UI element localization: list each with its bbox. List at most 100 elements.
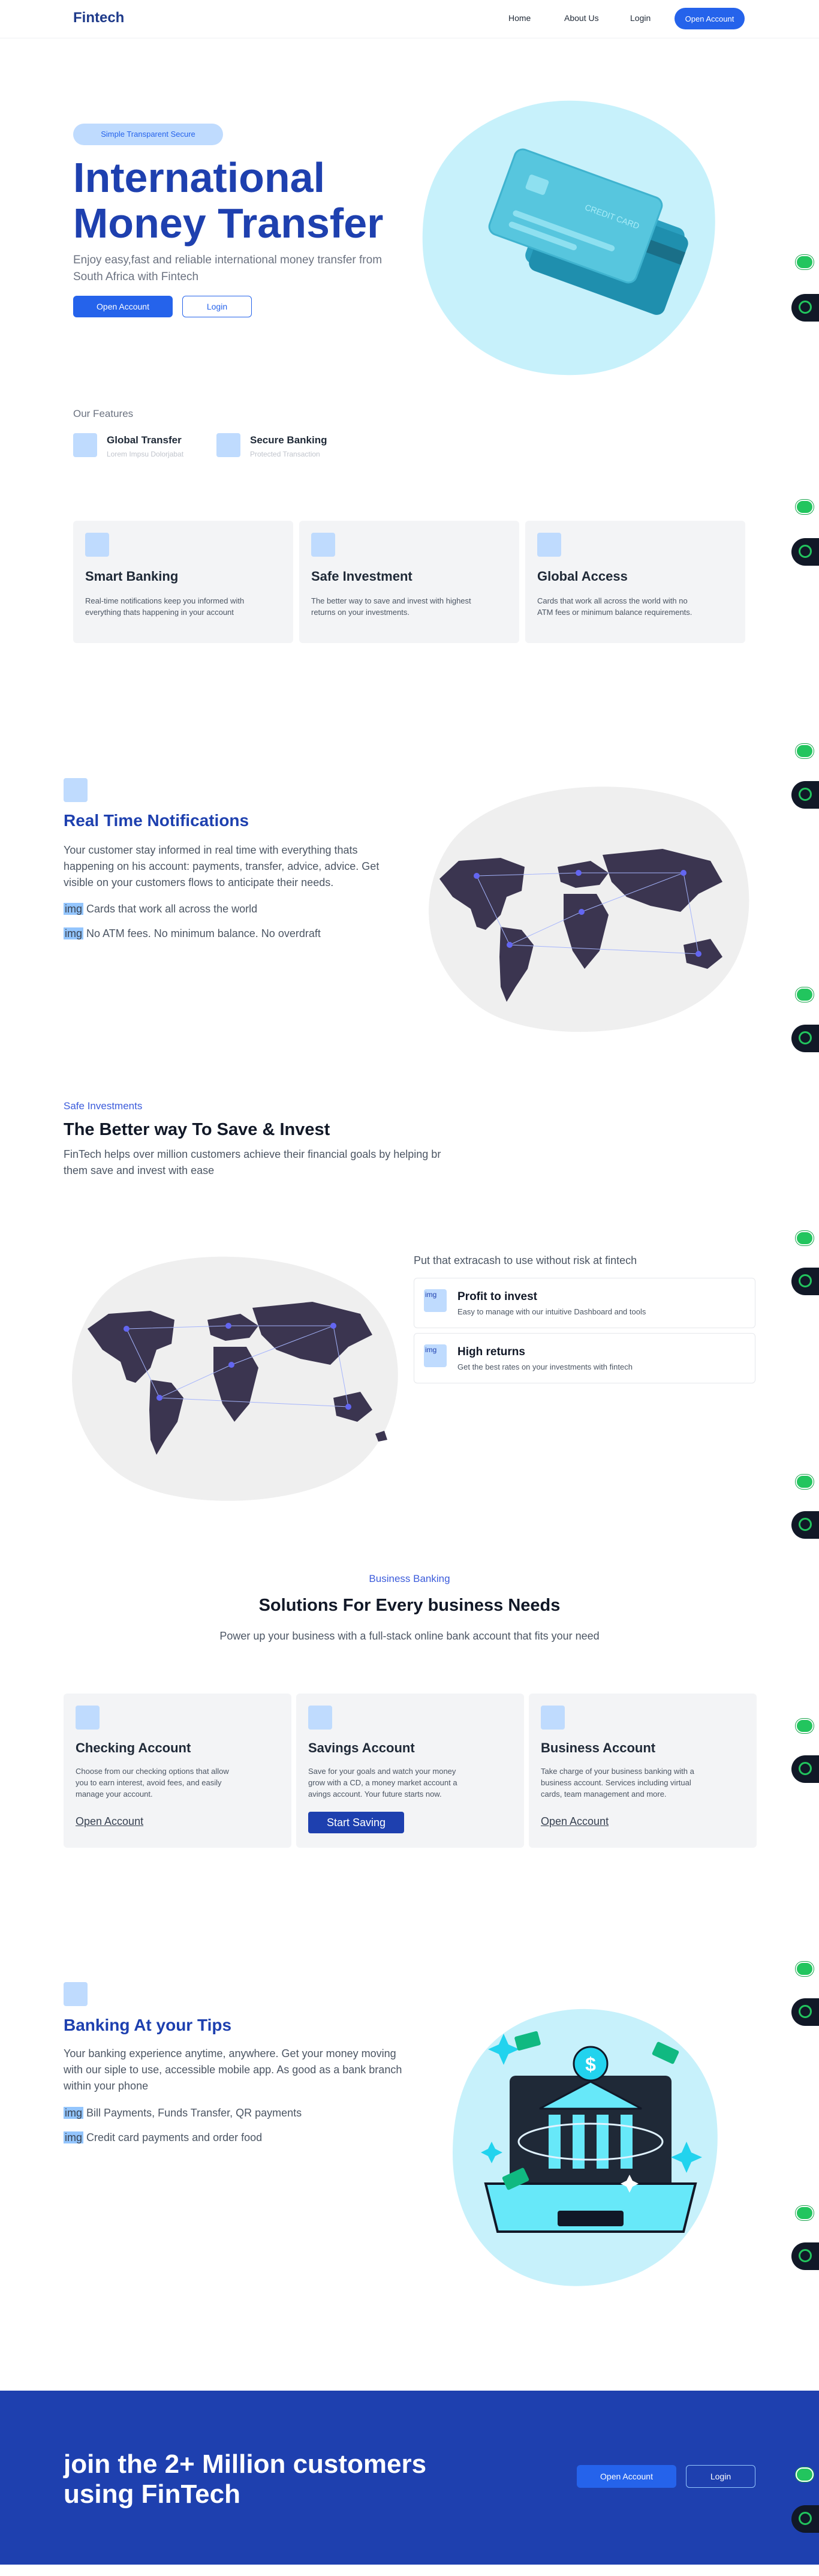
hero-subtitle: Enjoy easy,fast and reliable internation… bbox=[73, 254, 383, 283]
chat-widget-icon[interactable] bbox=[796, 2206, 814, 2220]
chat-widget-icon[interactable] bbox=[796, 744, 814, 758]
nav-link-about[interactable]: About Us bbox=[564, 13, 599, 23]
feature-card-desc: Cards that work all across the world wit… bbox=[537, 596, 692, 617]
feature-card-title: Smart Banking bbox=[85, 569, 179, 584]
nav-link-home[interactable]: Home bbox=[508, 13, 531, 23]
bullet-text: Cards that work all across the world bbox=[86, 903, 258, 915]
feature-title: Secure Banking bbox=[250, 434, 327, 446]
feature-card-desc: The better way to save and invest with h… bbox=[311, 596, 471, 617]
chat-widget-icon[interactable] bbox=[796, 1231, 814, 1245]
bullet-text: No ATM fees. No minimum balance. No over… bbox=[86, 927, 321, 939]
account-card-checking: Checking Account Choose from our checkin… bbox=[64, 1694, 291, 1848]
page: Fintech Home About Us Login Open Account… bbox=[0, 0, 819, 2576]
account-card-icon bbox=[76, 1706, 100, 1730]
hero-pill: Simple Transparent Secure bbox=[73, 124, 223, 145]
assistant-widget-icon[interactable] bbox=[791, 1268, 819, 1295]
assistant-widget-icon[interactable] bbox=[791, 781, 819, 809]
features-label: Our Features bbox=[73, 408, 134, 419]
invest-card-title: High returns bbox=[457, 1346, 525, 1358]
feature-card-icon bbox=[537, 533, 561, 557]
feature-card-global-access: Global Access Cards that work all across… bbox=[525, 521, 745, 643]
open-account-link[interactable]: Open Account bbox=[76, 1815, 143, 1828]
chat-widget-icon[interactable] bbox=[796, 1475, 814, 1489]
invest-card-profit[interactable]: img Profit to invest Easy to manage with… bbox=[414, 1278, 755, 1328]
chat-widget-icon[interactable] bbox=[796, 2467, 814, 2482]
assistant-widget-icon[interactable] bbox=[791, 294, 819, 322]
start-saving-button[interactable]: Start Saving bbox=[308, 1812, 404, 1833]
hero-title: International Money Transfer bbox=[73, 155, 433, 246]
feature-card-icon bbox=[85, 533, 109, 557]
chat-widget-icon[interactable] bbox=[796, 1962, 814, 1976]
invest-card-title: Profit to invest bbox=[457, 1290, 538, 1303]
feature-card-icon bbox=[311, 533, 335, 557]
tips-bullet: img Credit card payments and order food bbox=[64, 2131, 262, 2144]
feature-subtitle: Protected Transaction bbox=[250, 450, 320, 458]
tips-title: Banking At your Tips bbox=[64, 2016, 232, 2034]
assistant-widget-icon[interactable] bbox=[791, 1025, 819, 1052]
bullet-text: Credit card payments and order food bbox=[86, 2131, 263, 2143]
feature-subtitle: Lorem Impsu Dolorjabat bbox=[107, 450, 184, 458]
chat-widget-icon[interactable] bbox=[796, 987, 814, 1002]
business-title: Solutions For Every business Needs bbox=[258, 1596, 561, 1615]
bullet-image-icon: img bbox=[64, 2107, 84, 2119]
feature-icon bbox=[216, 433, 240, 457]
invest-card-image-icon: img bbox=[424, 1289, 447, 1312]
account-card-desc: Take charge of your business banking wit… bbox=[541, 1767, 694, 1799]
invest-card-subtitle: Get the best rates on your investments w… bbox=[457, 1362, 633, 1371]
assistant-widget-icon[interactable] bbox=[791, 1998, 819, 2026]
chat-widget-icon[interactable] bbox=[796, 255, 814, 269]
cta-title-line1: join the 2+ Million customers bbox=[64, 2449, 427, 2479]
save-invest-kicker: Safe Investments bbox=[64, 1100, 143, 1112]
notifications-text: Your customer stay informed in real time… bbox=[64, 844, 380, 888]
nav-link-login[interactable]: Login bbox=[630, 13, 651, 23]
hero-login-button[interactable]: Login bbox=[182, 296, 252, 317]
navbar: Fintech Home About Us Login Open Account bbox=[0, 0, 819, 38]
hero-title-line2: Money Transfer bbox=[73, 200, 384, 247]
mobile-bank-illustration: $ bbox=[453, 2008, 718, 2286]
business-kicker: Business Banking bbox=[369, 1573, 450, 1584]
chat-widget-icon[interactable] bbox=[796, 500, 814, 514]
save-invest-title: The Better way To Save & Invest bbox=[64, 1120, 330, 1139]
bank-dollar-symbol: $ bbox=[585, 2053, 596, 2075]
chat-widget-icon[interactable] bbox=[796, 1719, 814, 1733]
feature-title: Global Transfer bbox=[107, 434, 182, 446]
account-card-desc: Save for your goals and watch your money… bbox=[308, 1767, 457, 1799]
bullet-image-icon: img bbox=[64, 903, 84, 915]
hero-open-account-button[interactable]: Open Account bbox=[73, 296, 173, 317]
nav-open-account-button[interactable]: Open Account bbox=[675, 8, 745, 29]
account-card-title: Checking Account bbox=[76, 1740, 191, 1755]
cta-open-account-button[interactable]: Open Account bbox=[577, 2465, 676, 2488]
business-subtitle: Power up your business with a full-stack… bbox=[219, 1630, 600, 1642]
bullet-image-icon: img bbox=[64, 2131, 84, 2143]
tips-bullet: img Bill Payments, Funds Transfer, QR pa… bbox=[64, 2107, 302, 2119]
credit-card-illustration: CREDIT CARD bbox=[422, 100, 715, 376]
feature-card-desc: Real-time notifications keep you informe… bbox=[85, 596, 245, 617]
world-map-illustration bbox=[429, 786, 749, 1032]
open-account-link[interactable]: Open Account bbox=[541, 1815, 609, 1828]
cta-login-button[interactable]: Login bbox=[686, 2465, 755, 2488]
assistant-widget-icon[interactable] bbox=[791, 2242, 819, 2270]
save-invest-intro: Put that extracash to use without risk a… bbox=[414, 1254, 637, 1266]
cta-banner: join the 2+ Million customers using FinT… bbox=[0, 2391, 819, 2565]
feature-card-title: Global Access bbox=[537, 569, 628, 584]
cta-title-line2: using FinTech bbox=[64, 2479, 240, 2509]
invest-card-returns[interactable]: img High returns Get the best rates on y… bbox=[414, 1333, 755, 1383]
account-card-savings: Savings Account Save for your goals and … bbox=[296, 1694, 524, 1848]
account-card-desc: Choose from our checking options that al… bbox=[76, 1767, 229, 1799]
assistant-widget-icon[interactable] bbox=[791, 1755, 819, 1783]
feature-card-title: Safe Investment bbox=[311, 569, 412, 584]
bullet-image-icon: img bbox=[64, 927, 84, 939]
account-card-icon bbox=[541, 1706, 565, 1730]
assistant-widget-icon[interactable] bbox=[791, 2505, 819, 2533]
save-invest-text: FinTech helps over million customers ach… bbox=[64, 1148, 441, 1176]
assistant-widget-icon[interactable] bbox=[791, 1511, 819, 1539]
feature-card-smart-banking: Smart Banking Real-time notifications ke… bbox=[73, 521, 293, 643]
notifications-bullet: img No ATM fees. No minimum balance. No … bbox=[64, 927, 321, 940]
logo[interactable]: Fintech bbox=[73, 10, 124, 26]
account-card-title: Business Account bbox=[541, 1740, 656, 1755]
tips-icon bbox=[64, 1982, 88, 2006]
notifications-icon bbox=[64, 778, 88, 802]
assistant-widget-icon[interactable] bbox=[791, 538, 819, 566]
bullet-text: Bill Payments, Funds Transfer, QR paymen… bbox=[86, 2107, 302, 2119]
hero-title-line1: International bbox=[73, 154, 326, 201]
